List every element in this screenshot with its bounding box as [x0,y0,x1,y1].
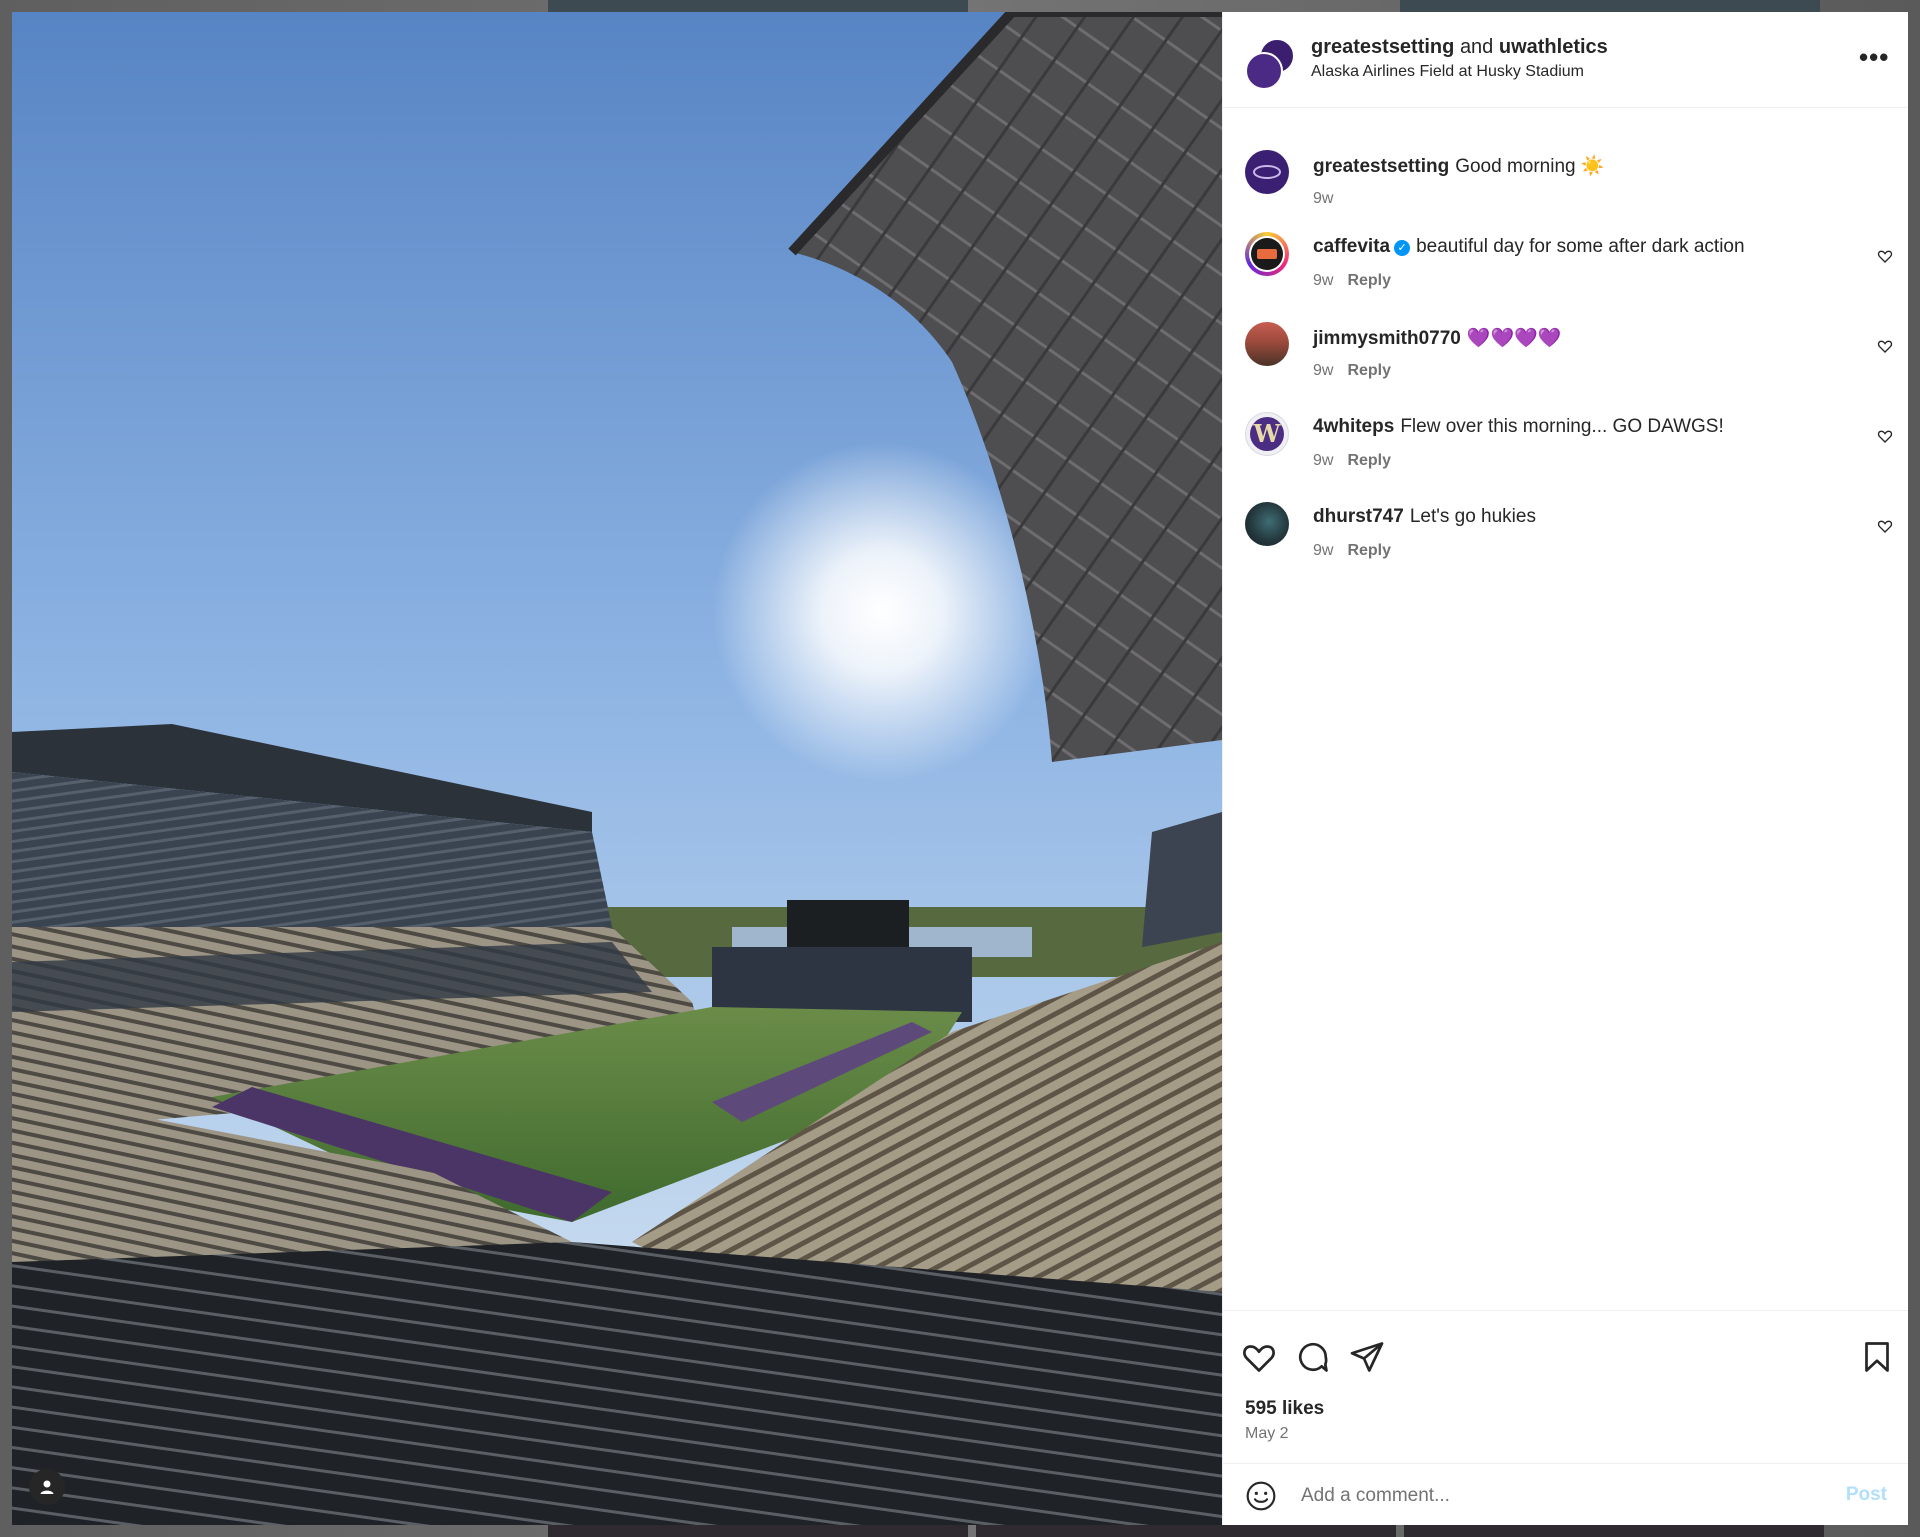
backdrop-thumbnail [976,1525,1396,1537]
post-author-line: greatestsetting and uwathletics [1311,36,1608,59]
avatar[interactable] [1245,150,1289,194]
comment-username[interactable]: greatestsetting [1313,156,1449,177]
comment-text-line: dhurst747 Let's go hukies [1313,506,1536,528]
comment-meta: 9w Reply [1313,272,1391,290]
avatar[interactable] [1245,232,1289,276]
author-username[interactable]: greatestsetting [1311,36,1454,58]
backdrop-thumbnail [1400,0,1820,12]
tagged-users-button[interactable] [29,1469,65,1505]
avatar[interactable] [1245,322,1289,366]
post-header: greatestsetting and uwathletics Alaska A… [1223,12,1908,108]
avatar[interactable] [1245,52,1283,90]
like-comment-heart-icon[interactable] [1877,248,1893,264]
post-photo[interactable] [12,12,1222,1525]
comment-meta: 9w [1313,190,1333,208]
comment-text: Flew over this morning... GO DAWGS! [1400,416,1724,437]
comment-text: Good morning ☀️ [1455,156,1605,177]
comment-text-line: jimmysmith0770 💜💜💜💜 [1313,326,1562,350]
comment-meta: 9w Reply [1313,452,1391,470]
collab-username[interactable]: uwathletics [1499,36,1608,58]
comment-item: W 4whiteps Flew over this morning... GO D… [1223,412,1908,492]
reply-button[interactable]: Reply [1347,362,1391,379]
comment-item: jimmysmith0770 💜💜💜💜 9w Reply [1223,322,1908,402]
comment-text-line: 4whiteps Flew over this morning... GO DAW… [1313,416,1724,438]
comment-text: 💜💜💜💜 [1466,328,1562,349]
share-paper-plane-icon[interactable] [1349,1339,1385,1375]
reply-button[interactable]: Reply [1347,272,1391,289]
comment-username[interactable]: 4whiteps [1313,416,1394,437]
comment-meta: 9w Reply [1313,362,1391,380]
post-actions: 595 likes May 2 [1223,1310,1908,1463]
backdrop-thumbnail [1404,1525,1824,1537]
verified-badge-icon: ✓ [1394,240,1411,256]
like-heart-icon[interactable] [1241,1339,1277,1375]
collab-avatars[interactable] [1245,38,1295,90]
author-join-word: and [1459,36,1494,58]
avatar[interactable] [1245,502,1289,546]
post-location[interactable]: Alaska Airlines Field at Husky Stadium [1311,63,1584,81]
post-date[interactable]: May 2 [1245,1425,1289,1443]
comment-text: Let's go hukies [1409,506,1536,527]
save-bookmark-icon[interactable] [1859,1339,1895,1375]
w-logo-icon: W [1250,417,1284,451]
backdrop-thumbnail [548,0,968,12]
comment-meta: 9w Reply [1313,542,1391,560]
like-comment-heart-icon[interactable] [1877,518,1893,534]
comment-item: dhurst747 Let's go hukies 9w Reply [1223,502,1908,582]
reply-button[interactable]: Reply [1347,542,1391,559]
comment-username[interactable]: caffevita [1313,236,1390,257]
post-comment-button[interactable]: Post [1846,1484,1887,1506]
stadium-photo [12,12,1222,1525]
comment-bubble-icon[interactable] [1295,1339,1331,1375]
backdrop-thumbnail [548,1525,968,1537]
comment-time[interactable]: 9w [1313,272,1333,289]
comment-username[interactable]: jimmysmith0770 [1313,328,1461,349]
caption-text-line: greatestsetting Good morning ☀️ [1313,154,1605,178]
avatar[interactable]: W [1245,412,1289,456]
comment-time[interactable]: 9w [1313,452,1333,469]
more-options-button[interactable]: ••• [1859,44,1889,70]
likes-count[interactable]: 595 likes [1245,1398,1324,1420]
comment-composer: Post [1223,1463,1908,1525]
comment-text: beautiful day for some after dark action [1416,236,1745,257]
more-icon: ••• [1859,42,1890,72]
emoji-smiley-icon[interactable] [1245,1480,1277,1512]
post-modal: greatestsetting and uwathletics Alaska A… [12,12,1908,1525]
caption-item: greatestsetting Good morning ☀️ 9w [1223,150,1908,230]
comment-item: caffevita ✓ beautiful day for some after d… [1223,232,1908,312]
post-side-panel: greatestsetting and uwathletics Alaska A… [1222,12,1908,1525]
comment-time[interactable]: 9w [1313,190,1333,207]
user-icon [40,1480,54,1494]
comment-username[interactable]: dhurst747 [1313,506,1404,527]
reply-button[interactable]: Reply [1347,452,1391,469]
comment-text-line: caffevita ✓ beautiful day for some after d… [1313,236,1745,258]
comment-time[interactable]: 9w [1313,362,1333,379]
comment-time[interactable]: 9w [1313,542,1333,559]
like-comment-heart-icon[interactable] [1877,428,1893,444]
like-comment-heart-icon[interactable] [1877,338,1893,354]
comment-input[interactable] [1299,1480,1823,1512]
